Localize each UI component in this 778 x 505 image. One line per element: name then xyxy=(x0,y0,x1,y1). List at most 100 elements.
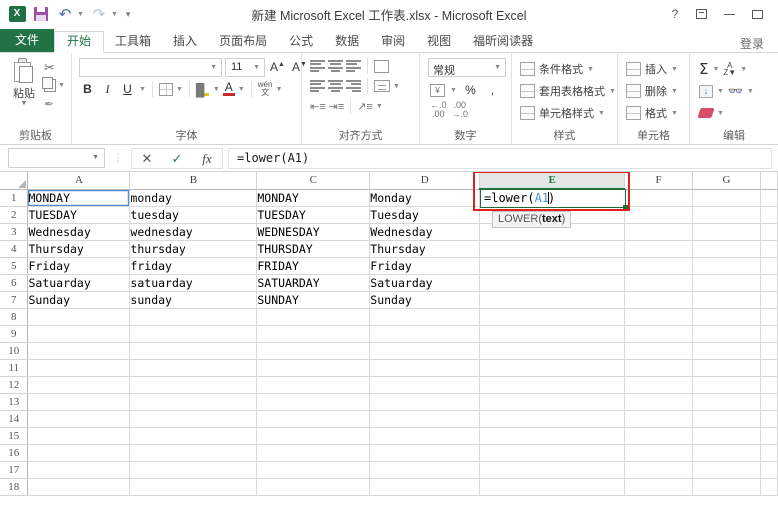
format-as-table-button[interactable]: 套用表格格式 ▼ xyxy=(516,80,616,102)
phonetic-dropdown-icon[interactable]: ▼ xyxy=(275,86,282,93)
cell-d8[interactable] xyxy=(369,308,481,326)
accounting-format-icon[interactable]: ¥ xyxy=(430,83,445,97)
cell-d10[interactable] xyxy=(369,342,481,360)
cell-d6[interactable]: Satuarday xyxy=(369,274,481,292)
percent-style-button[interactable]: % xyxy=(462,83,479,97)
cell-d16[interactable] xyxy=(369,444,481,462)
row-header-18[interactable]: 18 xyxy=(0,478,29,496)
fill-handle[interactable] xyxy=(623,205,628,210)
conditional-formatting-dropdown-icon[interactable]: ▼ xyxy=(587,66,594,73)
cell-d15[interactable] xyxy=(369,427,481,445)
cell-c7[interactable]: SUNDAY xyxy=(256,291,371,309)
font-name-dropdown-icon[interactable]: ▼ xyxy=(210,64,217,71)
cell-d12[interactable] xyxy=(369,376,481,394)
cell-a11[interactable] xyxy=(27,359,131,377)
cell-a16[interactable] xyxy=(27,444,131,462)
sort-filter-icon[interactable]: A Z▼ xyxy=(723,62,736,77)
orientation-icon[interactable]: ↗≡ xyxy=(357,100,373,113)
row-header-8[interactable]: 8 xyxy=(0,308,29,326)
font-name-input[interactable]: ▼ xyxy=(79,57,222,77)
autosum-icon[interactable]: Σ xyxy=(699,61,708,76)
clear-dropdown-icon[interactable]: ▼ xyxy=(717,110,724,117)
maximize-icon[interactable] xyxy=(752,9,766,19)
cell-g13[interactable] xyxy=(692,393,761,411)
cell-d13[interactable] xyxy=(369,393,481,411)
cell-a18[interactable] xyxy=(27,478,131,496)
row-header-5[interactable]: 5 xyxy=(0,257,29,275)
cell-h8[interactable] xyxy=(760,308,778,326)
cell-d3[interactable]: Wednesday xyxy=(369,223,481,241)
cell-f8[interactable] xyxy=(624,308,694,326)
cell-c10[interactable] xyxy=(256,342,371,360)
cell-c14[interactable] xyxy=(256,410,371,428)
align-left-icon[interactable] xyxy=(310,80,325,92)
cell-f1[interactable] xyxy=(624,189,694,207)
cell-b15[interactable] xyxy=(129,427,258,445)
cell-e8[interactable] xyxy=(479,308,626,326)
cell-h16[interactable] xyxy=(760,444,778,462)
cell-h6[interactable] xyxy=(760,274,778,292)
cell-f2[interactable] xyxy=(624,206,694,224)
cell-a6[interactable]: Satuarday xyxy=(27,274,131,292)
row-header-16[interactable]: 16 xyxy=(0,444,29,462)
tab-file[interactable]: 文件 xyxy=(0,29,55,52)
cell-g4[interactable] xyxy=(692,240,761,258)
cell-f18[interactable] xyxy=(624,478,694,496)
cell-f13[interactable] xyxy=(624,393,694,411)
cell-g16[interactable] xyxy=(692,444,761,462)
cell-a3[interactable]: Wednesday xyxy=(27,223,131,241)
fill-color-button[interactable]: █ xyxy=(196,83,210,97)
binoculars-icon[interactable]: 👓 xyxy=(728,84,743,98)
cell-b4[interactable]: thursday xyxy=(129,240,258,258)
cell-d11[interactable] xyxy=(369,359,481,377)
cell-f15[interactable] xyxy=(624,427,694,445)
format-cells-button[interactable]: 格式 ▼ xyxy=(622,102,678,124)
font-size-dropdown-icon[interactable]: ▼ xyxy=(253,64,260,71)
cell-h10[interactable] xyxy=(760,342,778,360)
fill-color-dropdown-icon[interactable]: ▼ xyxy=(213,86,220,93)
cell-e15[interactable] xyxy=(479,427,626,445)
cell-h4[interactable] xyxy=(760,240,778,258)
cell-c3[interactable]: WEDNESDAY xyxy=(256,223,371,241)
cell-h14[interactable] xyxy=(760,410,778,428)
cell-h9[interactable] xyxy=(760,325,778,343)
cell-c2[interactable]: TUESDAY xyxy=(256,206,371,224)
cell-c18[interactable] xyxy=(256,478,371,496)
column-header-b[interactable]: B xyxy=(129,172,258,190)
cell-styles-dropdown-icon[interactable]: ▼ xyxy=(598,110,605,117)
cell-f12[interactable] xyxy=(624,376,694,394)
column-header-h[interactable] xyxy=(760,172,778,190)
cell-e10[interactable] xyxy=(479,342,626,360)
merge-dropdown-icon[interactable]: ▼ xyxy=(393,83,400,90)
delete-cells-dropdown-icon[interactable]: ▼ xyxy=(671,88,678,95)
paste-dropdown-icon[interactable]: ▼ xyxy=(21,100,28,107)
tab-view[interactable]: 视图 xyxy=(416,31,462,52)
cell-b17[interactable] xyxy=(129,461,258,479)
cell-h12[interactable] xyxy=(760,376,778,394)
cell-b13[interactable] xyxy=(129,393,258,411)
paste-button[interactable]: 粘贴 ▼ xyxy=(4,56,44,107)
row-header-4[interactable]: 4 xyxy=(0,240,29,258)
select-all-button[interactable] xyxy=(0,172,29,190)
copy-button[interactable]: ▼ xyxy=(42,77,65,93)
cell-d1[interactable]: Monday xyxy=(369,189,481,207)
cell-h13[interactable] xyxy=(760,393,778,411)
underline-dropdown-icon[interactable]: ▼ xyxy=(139,86,146,93)
minimize-icon[interactable] xyxy=(724,13,738,15)
cell-g15[interactable] xyxy=(692,427,761,445)
cell-c16[interactable] xyxy=(256,444,371,462)
cell-a8[interactable] xyxy=(27,308,131,326)
cell-e16[interactable] xyxy=(479,444,626,462)
cell-g3[interactable] xyxy=(692,223,761,241)
sign-in-button[interactable]: 登录 xyxy=(740,35,778,52)
ribbon-display-options-icon[interactable] xyxy=(696,9,710,19)
font-color-dropdown-icon[interactable]: ▼ xyxy=(238,86,245,93)
cell-a17[interactable] xyxy=(27,461,131,479)
cell-f11[interactable] xyxy=(624,359,694,377)
cell-b1[interactable]: monday xyxy=(129,189,258,207)
cell-f3[interactable] xyxy=(624,223,694,241)
cell-d4[interactable]: Thursday xyxy=(369,240,481,258)
cell-c13[interactable] xyxy=(256,393,371,411)
cell-b16[interactable] xyxy=(129,444,258,462)
eraser-icon[interactable] xyxy=(697,108,715,118)
